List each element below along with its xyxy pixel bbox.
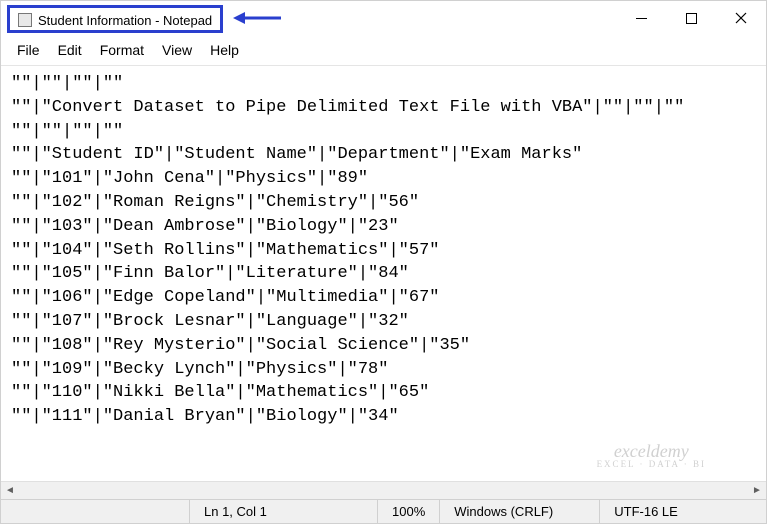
menu-help[interactable]: Help bbox=[202, 39, 247, 61]
status-eol: Windows (CRLF) bbox=[439, 500, 599, 523]
window-controls bbox=[616, 1, 766, 35]
annotation-arrow-icon bbox=[233, 10, 281, 26]
menubar: File Edit Format View Help bbox=[1, 35, 766, 66]
menu-edit[interactable]: Edit bbox=[50, 39, 90, 61]
titlebar: Student Information - Notepad bbox=[1, 1, 766, 35]
statusbar: Ln 1, Col 1 100% Windows (CRLF) UTF-16 L… bbox=[1, 499, 766, 523]
menu-file[interactable]: File bbox=[9, 39, 48, 61]
close-button[interactable] bbox=[716, 1, 766, 35]
watermark-sub: EXCEL · DATA · BI bbox=[597, 460, 706, 469]
scroll-right-icon[interactable]: ► bbox=[748, 482, 766, 499]
status-encoding: UTF-16 LE bbox=[599, 500, 692, 523]
maximize-button[interactable] bbox=[666, 1, 716, 35]
menu-view[interactable]: View bbox=[154, 39, 200, 61]
horizontal-scrollbar[interactable]: ◄ ► bbox=[1, 481, 766, 499]
text-area[interactable]: ""|""|""|"" ""|"Convert Dataset to Pipe … bbox=[1, 66, 766, 481]
watermark: exceldemy EXCEL · DATA · BI bbox=[597, 442, 706, 469]
title-highlight-box: Student Information - Notepad bbox=[7, 5, 223, 33]
menu-format[interactable]: Format bbox=[92, 39, 152, 61]
window-title: Student Information - Notepad bbox=[38, 13, 212, 28]
status-cursor: Ln 1, Col 1 bbox=[189, 500, 377, 523]
watermark-main: exceldemy bbox=[614, 441, 689, 461]
scroll-left-icon[interactable]: ◄ bbox=[1, 482, 19, 499]
status-zoom: 100% bbox=[377, 500, 439, 523]
notepad-app-icon bbox=[18, 13, 32, 27]
scroll-track[interactable] bbox=[19, 482, 748, 499]
notepad-window: Student Information - Notepad File Edit … bbox=[0, 0, 767, 524]
minimize-button[interactable] bbox=[616, 1, 666, 35]
